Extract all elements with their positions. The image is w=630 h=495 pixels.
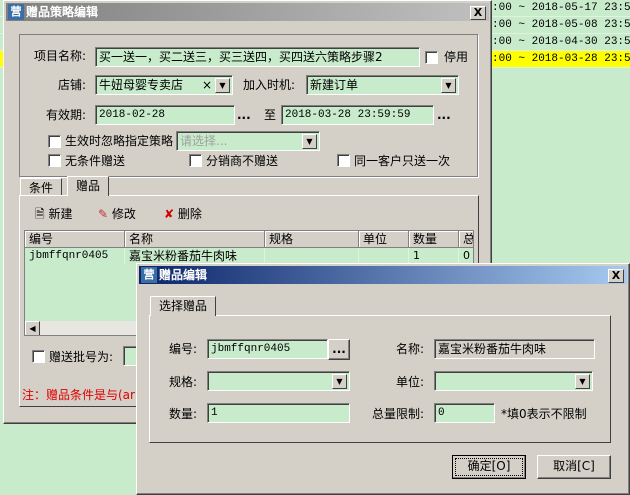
project-name-input[interactable]: 买一送一，买二送三，买三送四，买四送六策略步骤2 bbox=[95, 47, 420, 67]
ok-button[interactable]: 确定[O] bbox=[452, 455, 526, 479]
spec-select[interactable]: ▼ bbox=[207, 371, 350, 391]
cancel-button[interactable]: 取消[C] bbox=[537, 455, 611, 479]
gift-edit-dialog: 营 赠品编辑 X 选择赠品 编号: jbmffqnr0405 ... 名称: 嘉… bbox=[136, 263, 630, 495]
disable-checkbox[interactable] bbox=[425, 51, 438, 64]
clear-icon[interactable]: × bbox=[202, 76, 212, 94]
close-button[interactable]: X bbox=[470, 6, 486, 20]
column-header[interactable]: 规格 bbox=[265, 231, 359, 248]
limit-label: 总量限制: bbox=[372, 407, 425, 421]
column-header[interactable]: 编号 bbox=[25, 231, 125, 248]
dialog-title: 赠品策略编辑 bbox=[26, 5, 99, 19]
unconditional-checkbox[interactable] bbox=[48, 154, 61, 167]
app-icon: 营 bbox=[8, 4, 24, 20]
store-select[interactable]: 牛妞母婴专卖店 × ▼ bbox=[95, 75, 233, 95]
unit-select[interactable]: ▼ bbox=[434, 371, 593, 391]
ignore-strategy-label: 生效时忽略指定策略 bbox=[65, 134, 174, 148]
name-label: 名称: bbox=[396, 342, 425, 356]
browse-button[interactable]: ... bbox=[328, 339, 350, 360]
end-date-input[interactable]: 2018-03-28 23:59:59 bbox=[281, 105, 434, 125]
spec-label: 规格: bbox=[169, 375, 198, 389]
scroll-left-icon[interactable]: ◀ bbox=[25, 321, 40, 335]
ignore-strategy-checkbox[interactable] bbox=[48, 135, 61, 148]
document-icon: 🗎 bbox=[35, 207, 45, 221]
title-bar: 营 赠品编辑 X bbox=[139, 266, 627, 284]
code-label: 编号: bbox=[169, 342, 198, 356]
title-bar: 营 赠品策略编辑 X bbox=[6, 3, 489, 21]
chevron-down-icon[interactable]: ▼ bbox=[441, 78, 456, 93]
start-date-picker-button[interactable]: ... bbox=[237, 107, 251, 123]
join-timing-label: 加入时机: bbox=[243, 78, 296, 92]
once-checkbox[interactable] bbox=[337, 154, 350, 167]
disable-label: 停用 bbox=[444, 50, 469, 64]
tab-conditions[interactable]: 条件 bbox=[20, 178, 63, 195]
limit-input[interactable]: 0 bbox=[434, 403, 495, 423]
cell-code: jbmffqnr0405 bbox=[25, 248, 125, 264]
column-header[interactable]: 单位 bbox=[359, 231, 409, 248]
column-header[interactable]: 数量 bbox=[409, 231, 459, 248]
ignore-strategy-select[interactable]: 请选择... ▼ bbox=[176, 131, 320, 151]
limit-hint: *填0表示不限制 bbox=[501, 407, 587, 421]
chevron-down-icon[interactable]: ▼ bbox=[215, 78, 230, 93]
column-header[interactable]: 名称 bbox=[125, 231, 265, 248]
column-header[interactable]: 总 bbox=[459, 231, 473, 248]
validity-label: 有效期: bbox=[46, 108, 87, 122]
batch-checkbox[interactable] bbox=[32, 350, 45, 363]
edit-button[interactable]: ✎ 修改 bbox=[98, 206, 136, 222]
join-timing-select[interactable]: 新建订单 ▼ bbox=[306, 75, 459, 95]
chevron-down-icon[interactable]: ▼ bbox=[332, 374, 347, 389]
new-button[interactable]: 🗎 新建 bbox=[35, 206, 73, 222]
dialog-title: 赠品编辑 bbox=[159, 268, 208, 282]
code-input[interactable]: jbmffqnr0405 bbox=[207, 339, 328, 359]
cell-total: 0 bbox=[459, 248, 473, 264]
name-field: 嘉宝米粉番茄牛肉味 bbox=[434, 339, 595, 359]
cell-spec bbox=[265, 248, 359, 264]
unconditional-label: 无条件赠送 bbox=[65, 154, 126, 168]
cell-unit bbox=[359, 248, 409, 264]
to-label: 至 bbox=[264, 108, 277, 122]
pencil-icon: ✎ bbox=[98, 207, 109, 221]
distributor-label: 分销商不赠送 bbox=[206, 154, 279, 168]
chevron-down-icon[interactable]: ▼ bbox=[302, 134, 317, 149]
tab-select-gift[interactable]: 选择赠品 bbox=[150, 296, 217, 316]
close-button[interactable]: X bbox=[608, 269, 624, 283]
store-label: 店铺: bbox=[58, 78, 87, 92]
qty-label: 数量: bbox=[169, 407, 198, 421]
tab-gifts[interactable]: 赠品 bbox=[67, 176, 110, 196]
delete-button[interactable]: ✘ 删除 bbox=[164, 206, 202, 222]
end-date-picker-button[interactable]: ... bbox=[437, 107, 451, 123]
note-text: 注：赠品条件是与(ar bbox=[22, 388, 135, 402]
qty-input[interactable]: 1 bbox=[207, 403, 350, 423]
cell-name: 嘉宝米粉番茄牛肉味 bbox=[125, 248, 265, 264]
chevron-down-icon[interactable]: ▼ bbox=[575, 374, 590, 389]
start-date-input[interactable]: 2018-02-28 bbox=[95, 105, 235, 125]
unit-label: 单位: bbox=[396, 375, 425, 389]
project-name-label: 项目名称: bbox=[34, 49, 87, 63]
delete-x-icon: ✘ bbox=[164, 207, 175, 221]
batch-label: 赠送批号为: bbox=[49, 350, 114, 364]
cell-qty: 1 bbox=[409, 248, 459, 264]
once-label: 同一客户只送一次 bbox=[354, 154, 451, 168]
app-icon: 营 bbox=[141, 267, 157, 283]
distributor-checkbox[interactable] bbox=[189, 154, 202, 167]
